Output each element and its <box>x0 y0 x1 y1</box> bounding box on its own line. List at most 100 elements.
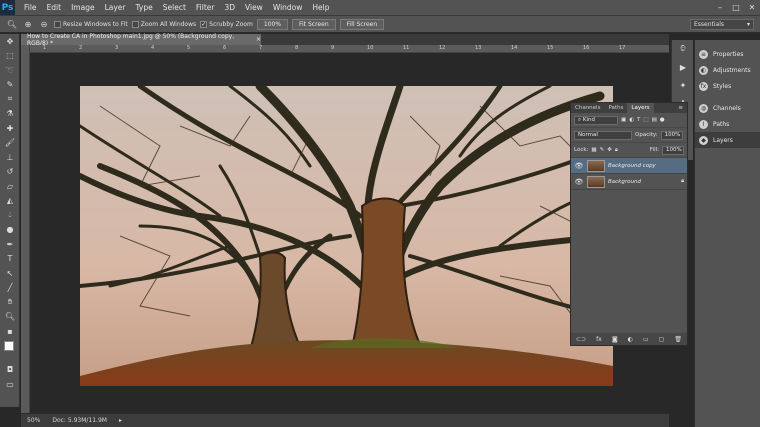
hand-tool-icon[interactable]: ✋︎ <box>0 295 20 310</box>
marquee-tool-icon[interactable]: ⬚ <box>0 49 20 64</box>
quick-mask-icon[interactable]: ◘ <box>0 363 20 378</box>
layer-row[interactable]: 👁︎ Background 🔒︎ <box>571 174 687 190</box>
panel-menu-icon[interactable]: ≡ <box>674 103 687 113</box>
zoom-tool-sidebar-icon[interactable]: 🔍︎ <box>0 310 20 325</box>
blur-tool-icon[interactable]: 💧︎ <box>0 208 20 223</box>
dock-paths[interactable]: ⌇ Paths <box>695 116 760 132</box>
maximize-button[interactable]: □ <box>728 0 744 15</box>
menu-view[interactable]: View <box>240 3 268 12</box>
eye-icon[interactable]: 👁︎ <box>574 178 584 186</box>
close-button[interactable]: ✕ <box>744 0 760 15</box>
fill-screen-button[interactable]: Fill Screen <box>339 18 385 30</box>
actions-icon[interactable]: ▶ <box>672 58 694 76</box>
layer-style-icon[interactable]: fx <box>596 336 602 343</box>
quick-select-tool-icon[interactable]: ✎ <box>0 78 20 93</box>
tree-photo-illustration <box>80 86 613 386</box>
minimize-button[interactable]: – <box>712 0 728 15</box>
lasso-tool-icon[interactable]: ➰ <box>0 63 20 78</box>
ruler-tick: 2 <box>79 45 83 51</box>
layer-thumbnail <box>587 175 605 188</box>
line-tool-icon[interactable]: ╱ <box>0 281 20 296</box>
menu-help[interactable]: Help <box>307 3 334 12</box>
link-layers-icon[interactable]: ⊂⊃ <box>576 336 586 343</box>
resize-windows-checkbox[interactable]: Resize Windows to Fit <box>54 20 128 28</box>
horizontal-ruler[interactable]: 1 2 3 4 5 6 7 8 9 10 11 12 13 14 15 16 1… <box>30 45 669 53</box>
brush-tool-icon[interactable]: 🖌︎ <box>0 136 20 151</box>
lock-pixels-icon[interactable]: ✎ <box>600 147 605 153</box>
tab-layers[interactable]: Layers <box>627 103 654 113</box>
document-tab[interactable]: How to Create CA in Photoshop main1.jpg … <box>21 33 261 47</box>
history-icon[interactable]: ⌚︎ <box>672 40 694 58</box>
menu-image[interactable]: Image <box>66 3 100 12</box>
filter-smart-icon[interactable]: ▤ <box>652 117 657 123</box>
zoom-out-icon[interactable]: ⊖ <box>38 18 50 30</box>
color-swatches[interactable] <box>0 339 20 363</box>
lock-position-icon[interactable]: ✥ <box>607 147 612 153</box>
menu-window[interactable]: Window <box>268 3 308 12</box>
dock-channels[interactable]: ◍ Channels <box>695 100 760 116</box>
menu-file[interactable]: File <box>19 3 42 12</box>
menu-3d[interactable]: 3D <box>219 3 240 12</box>
zoom-all-windows-checkbox[interactable]: Zoom All Windows <box>131 20 196 28</box>
scrubby-zoom-checkbox[interactable]: ✓ Scrubby Zoom <box>200 20 253 28</box>
eyedropper-tool-icon[interactable]: ⚗ <box>0 107 20 122</box>
paint-bucket-tool-icon[interactable]: ◭ <box>0 194 20 209</box>
dock-layers[interactable]: ◆ Layers <box>695 132 760 148</box>
opacity-field[interactable]: 100% <box>660 130 683 140</box>
clone-stamp-tool-icon[interactable]: ⊥ <box>0 150 20 165</box>
filter-pixel-icon[interactable]: ▣ <box>621 117 626 123</box>
path-selection-tool-icon[interactable]: ↖ <box>0 266 20 281</box>
workspace-switcher[interactable]: Essentials ▾ <box>690 19 754 30</box>
zoom-tool-icon[interactable]: 🔍︎ <box>6 18 18 30</box>
lock-transparent-icon[interactable]: ▦ <box>591 147 596 153</box>
trash-icon[interactable]: 🗑︎ <box>674 336 682 343</box>
menu-select[interactable]: Select <box>158 3 191 12</box>
crop-tool-icon[interactable]: ⌗ <box>0 92 20 107</box>
new-layer-icon[interactable]: ▢ <box>659 336 665 343</box>
pen-tool-icon[interactable]: ✒ <box>0 237 20 252</box>
new-adjustment-icon[interactable]: ◐ <box>628 336 633 343</box>
fit-screen-button[interactable]: Fit Screen <box>292 18 336 30</box>
status-menu-icon[interactable]: ▸ <box>119 417 122 424</box>
filter-type-icon[interactable]: T <box>637 117 640 123</box>
tab-channels[interactable]: Channels <box>571 103 604 113</box>
foreground-color-swatch[interactable] <box>4 340 14 351</box>
move-tool-icon[interactable]: ✥ <box>0 34 20 49</box>
adjustments-icon: ◐ <box>699 65 708 75</box>
filter-shape-icon[interactable]: ⬚ <box>643 117 648 123</box>
doc-size[interactable]: Doc: 5.93M/11.9M <box>52 417 107 424</box>
layer-thumbnail <box>587 159 605 172</box>
menu-type[interactable]: Type <box>131 3 158 12</box>
dodge-tool-icon[interactable]: ● <box>0 223 20 238</box>
new-group-icon[interactable]: ▭ <box>643 336 649 343</box>
zoom-100-button[interactable]: 100% <box>256 18 289 30</box>
brush-presets-icon[interactable]: ✦ <box>672 76 694 94</box>
fill-field[interactable]: 100% <box>662 145 684 155</box>
menu-filter[interactable]: Filter <box>191 3 220 12</box>
dock-properties[interactable]: ≡ Properties <box>695 46 760 62</box>
menu-edit[interactable]: Edit <box>42 3 67 12</box>
vertical-ruler[interactable] <box>21 45 30 413</box>
screen-mode-icon[interactable]: ▭ <box>0 377 20 392</box>
layers-icon: ◆ <box>699 135 708 145</box>
add-mask-icon[interactable]: ◙ <box>612 336 618 343</box>
menu-layer[interactable]: Layer <box>100 3 131 12</box>
zoom-level[interactable]: 50% <box>27 417 40 424</box>
type-tool-icon[interactable]: T <box>0 252 20 267</box>
filter-toggle-icon[interactable]: ● <box>660 117 665 123</box>
filter-kind-select[interactable]: ⌕ Kind <box>574 115 618 125</box>
dock-adjustments[interactable]: ◐ Adjustments <box>695 62 760 78</box>
layer-row[interactable]: 👁︎ Background copy <box>571 158 687 174</box>
tab-paths[interactable]: Paths <box>604 103 627 113</box>
filter-adjustment-icon[interactable]: ◐ <box>629 117 634 123</box>
dock-styles[interactable]: fx Styles <box>695 78 760 94</box>
healing-brush-tool-icon[interactable]: ✚ <box>0 121 20 136</box>
blend-mode-select[interactable]: Normal <box>574 130 632 140</box>
lock-all-icon[interactable]: 🔒︎ <box>615 147 618 154</box>
eye-icon[interactable]: 👁︎ <box>574 162 584 170</box>
zoom-in-icon[interactable]: ⊕ <box>22 18 34 30</box>
eraser-tool-icon[interactable]: ▱ <box>0 179 20 194</box>
history-brush-tool-icon[interactable]: ↺ <box>0 165 20 180</box>
document-image[interactable] <box>80 86 613 386</box>
default-colors-icon[interactable]: ▪ <box>0 324 20 339</box>
